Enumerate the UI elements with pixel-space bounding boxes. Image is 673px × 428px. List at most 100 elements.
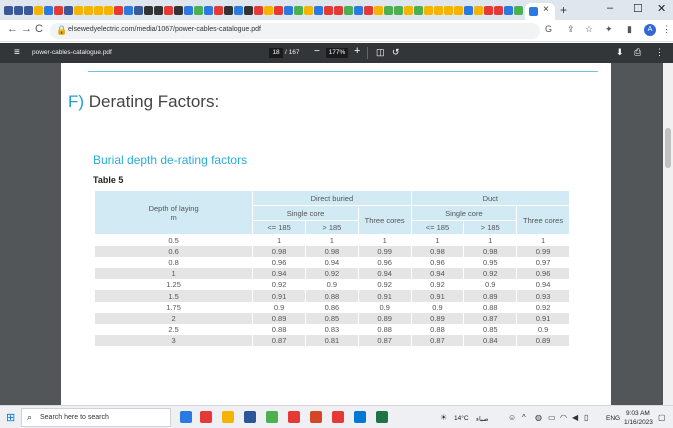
tab-favicon-icon[interactable]: [74, 6, 83, 15]
tab-favicon-icon[interactable]: [254, 6, 263, 15]
tab-favicon-icon[interactable]: [294, 6, 303, 15]
tab-favicon-icon[interactable]: [354, 6, 363, 15]
tab-favicon-icon[interactable]: [4, 6, 13, 15]
wifi-icon[interactable]: ◠: [560, 413, 567, 422]
tab-favicon-icon[interactable]: [434, 6, 443, 15]
tab-favicon-icon[interactable]: [404, 6, 413, 15]
file-explorer-icon[interactable]: [180, 411, 192, 423]
tab-favicon-icon[interactable]: [454, 6, 463, 15]
vertical-scrollbar[interactable]: [663, 63, 673, 405]
maximize-button[interactable]: ☐: [633, 2, 643, 15]
windows-start-icon[interactable]: ⊞: [6, 411, 15, 424]
scrollbar-thumb[interactable]: [665, 128, 671, 168]
tray-app-icon[interactable]: ◍: [535, 413, 542, 422]
language-indicator[interactable]: ENG: [606, 415, 620, 422]
tab-favicon-icon[interactable]: [134, 6, 143, 15]
tab-favicon-icon[interactable]: [184, 6, 193, 15]
outlook-icon[interactable]: [354, 411, 366, 423]
tab-favicon-icon[interactable]: [154, 6, 163, 15]
tab-favicon-icon[interactable]: [364, 6, 373, 15]
chrome-3-icon[interactable]: [288, 411, 300, 423]
chrome-icon[interactable]: [200, 411, 212, 423]
menu-icon[interactable]: ≡: [14, 47, 20, 58]
tab-favicon-icon[interactable]: [494, 6, 503, 15]
tab-favicon-icon[interactable]: [204, 6, 213, 15]
tab-favicon-icon[interactable]: [114, 6, 123, 15]
tab-favicon-icon[interactable]: [334, 6, 343, 15]
tab-favicon-icon[interactable]: [234, 6, 243, 15]
google-lens-icon[interactable]: G: [545, 24, 552, 34]
minimize-button[interactable]: –: [607, 2, 613, 14]
tab-favicon-icon[interactable]: [14, 6, 23, 15]
weather-icon[interactable]: ☀: [440, 413, 447, 422]
tab-favicon-icon[interactable]: [224, 6, 233, 15]
fit-page-icon[interactable]: ◫: [376, 47, 385, 58]
zoom-in-button[interactable]: +: [354, 45, 360, 57]
tab-favicon-icon[interactable]: [144, 6, 153, 15]
more-actions-icon[interactable]: ⋮: [655, 47, 664, 58]
share-icon[interactable]: ⇪: [567, 24, 575, 35]
acrobat-icon[interactable]: [332, 411, 344, 423]
tab-favicon-icon[interactable]: [304, 6, 313, 15]
tab-favicon-icon[interactable]: [284, 6, 293, 15]
tab-favicon-icon[interactable]: [314, 6, 323, 15]
tray-chevron-icon[interactable]: ^: [522, 413, 526, 422]
download-icon[interactable]: ⬇: [616, 47, 624, 58]
profile-avatar[interactable]: A: [644, 24, 656, 36]
bookmark-star-icon[interactable]: ☆: [585, 24, 593, 35]
print-icon[interactable]: ⎙: [634, 47, 641, 58]
zoom-input[interactable]: 177%: [326, 48, 348, 58]
tab-favicon-icon[interactable]: [24, 6, 33, 15]
clock-date[interactable]: 1/16/2023: [624, 419, 653, 426]
side-panel-icon[interactable]: ▮: [627, 24, 632, 35]
rotate-icon[interactable]: ↺: [392, 47, 400, 58]
tab-favicon-icon[interactable]: [374, 6, 383, 15]
tab-favicon-icon[interactable]: [444, 6, 453, 15]
tab-favicon-icon[interactable]: [174, 6, 183, 15]
tab-favicon-icon[interactable]: [514, 6, 523, 15]
tab-favicon-icon[interactable]: [324, 6, 333, 15]
volume-icon[interactable]: ◀: [572, 413, 578, 422]
chrome-2-icon[interactable]: [266, 411, 278, 423]
tab-favicon-icon[interactable]: [414, 6, 423, 15]
tab-close-icon[interactable]: ×: [543, 4, 549, 15]
word-icon[interactable]: [244, 411, 256, 423]
tab-favicon-icon[interactable]: [84, 6, 93, 15]
tab-favicon-icon[interactable]: [44, 6, 53, 15]
tab-favicon-icon[interactable]: [424, 6, 433, 15]
tab-favicon-icon[interactable]: [244, 6, 253, 15]
back-button[interactable]: ←: [7, 23, 18, 35]
battery-icon[interactable]: ▯: [584, 413, 588, 422]
tab-favicon-icon[interactable]: [164, 6, 173, 15]
extension-icon[interactable]: ✦: [605, 24, 613, 35]
tab-favicon-icon[interactable]: [64, 6, 73, 15]
new-tab-button[interactable]: +: [560, 3, 567, 17]
excel-icon[interactable]: [376, 411, 388, 423]
tab-favicon-icon[interactable]: [344, 6, 353, 15]
tab-favicon-icon[interactable]: [504, 6, 513, 15]
browser-menu-icon[interactable]: ⋮: [662, 24, 671, 35]
tab-favicon-icon[interactable]: [34, 6, 43, 15]
people-icon[interactable]: ☺: [508, 413, 516, 422]
tab-favicon-icon[interactable]: [124, 6, 133, 15]
weather-temp[interactable]: 14°C: [454, 415, 469, 422]
tab-favicon-icon[interactable]: [214, 6, 223, 15]
tab-favicon-icon[interactable]: [54, 6, 63, 15]
omnibox[interactable]: 🔒 elsewedyelectric.com/media/1067/power-…: [50, 23, 540, 39]
tab-favicon-icon[interactable]: [194, 6, 203, 15]
tab-favicon-icon[interactable]: [484, 6, 493, 15]
powerpoint-icon[interactable]: [310, 411, 322, 423]
forward-button[interactable]: →: [21, 23, 32, 35]
reload-button[interactable]: C: [35, 23, 43, 35]
close-window-button[interactable]: ✕: [657, 2, 666, 15]
tab-favicon-icon[interactable]: [274, 6, 283, 15]
tab-favicon-icon[interactable]: [474, 6, 483, 15]
tab-favicon-icon[interactable]: [94, 6, 103, 15]
notification-icon[interactable]: ▢: [658, 413, 666, 422]
tab-favicon-icon[interactable]: [104, 6, 113, 15]
tab-favicon-icon[interactable]: [464, 6, 473, 15]
tab-favicon-icon[interactable]: [394, 6, 403, 15]
pdf-viewer[interactable]: F) Derating Factors: Burial depth de-rat…: [0, 63, 673, 405]
network-icon[interactable]: ▭: [548, 413, 556, 422]
tab-favicon-icon[interactable]: [264, 6, 273, 15]
